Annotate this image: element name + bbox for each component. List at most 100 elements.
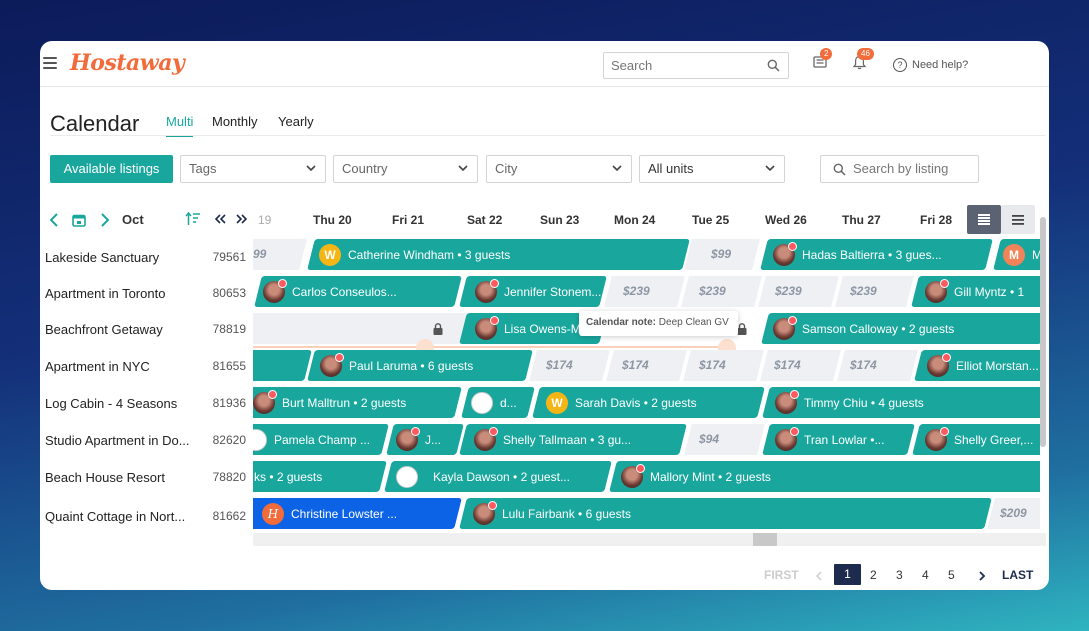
- lock-icon: [433, 323, 443, 335]
- listing-row[interactable]: Quaint Cottage in Nort... 81662: [40, 497, 252, 534]
- search-by-listing-input[interactable]: Search by listing: [820, 155, 979, 183]
- airbnb-icon: [636, 463, 645, 473]
- chevron-left-icon[interactable]: [50, 213, 58, 227]
- booking-label: Catherine Windham • 3 guests: [348, 247, 511, 262]
- units-label: All units: [648, 161, 694, 176]
- booking-label: Elliot Morstan...: [956, 358, 1039, 373]
- booking-content: W Catherine Windham • 3 guests: [319, 239, 679, 270]
- page-2-button[interactable]: 2: [870, 568, 877, 582]
- chevron-right-icon[interactable]: [101, 213, 109, 227]
- menu-icon[interactable]: [43, 57, 57, 69]
- horizontal-scrollbar[interactable]: [253, 533, 1046, 546]
- airbnb-icon: [942, 352, 951, 362]
- available-listings-button[interactable]: Available listings: [50, 155, 173, 183]
- listing-row[interactable]: Log Cabin - 4 Seasons 81936: [40, 384, 252, 421]
- double-chevron-left-icon[interactable]: [215, 214, 226, 224]
- vertical-scrollbar[interactable]: [1040, 217, 1046, 447]
- timeline-view-button[interactable]: [967, 205, 1001, 234]
- listing-row[interactable]: Apartment in NYC 81655: [40, 347, 252, 384]
- calendar-row: $209 H Christine Lowster ... Lulu Fairban…: [253, 496, 1040, 533]
- tabs-divider: [50, 135, 1045, 136]
- booking-label: Lisa Owens-M: [504, 321, 581, 336]
- scrollbar-thumb[interactable]: [753, 533, 777, 546]
- page-4-button[interactable]: 4: [922, 568, 929, 582]
- notifications-button[interactable]: 46: [852, 48, 874, 75]
- global-search[interactable]: [603, 52, 789, 79]
- guest-avatar: [396, 465, 418, 488]
- price-label: $174: [774, 358, 801, 372]
- booking-bar[interactable]: [253, 350, 312, 381]
- search-input[interactable]: [604, 53, 754, 78]
- guest-avatar: M: [1003, 243, 1025, 266]
- empty-day-cell[interactable]: [684, 424, 765, 455]
- guest-avatar: [263, 278, 287, 303]
- listing-row[interactable]: Studio Apartment in Do... 82620: [40, 421, 252, 458]
- page-1-button[interactable]: 1: [834, 564, 861, 585]
- listing-row[interactable]: Beachfront Getaway 78819: [40, 310, 252, 347]
- price-label: $239: [775, 284, 802, 298]
- price-label: $174: [546, 358, 573, 372]
- units-select[interactable]: All units: [639, 155, 785, 183]
- chevron-right-icon[interactable]: [979, 571, 986, 581]
- price-label: $174: [699, 358, 726, 372]
- price-label: $174: [622, 358, 649, 372]
- booking-content: Shelly Greer,...: [925, 424, 1040, 455]
- app-logo[interactable]: Hostaway: [70, 50, 185, 76]
- booking-content: Paul Laruma • 6 guests: [320, 350, 525, 381]
- booking-label: M: [1032, 247, 1040, 262]
- price-label: 99: [253, 247, 267, 261]
- guest-avatar: [775, 389, 799, 414]
- compact-view-button[interactable]: [1001, 205, 1035, 234]
- guest-avatar: W: [319, 243, 341, 266]
- booking-label: Shelly Tallmaan • 3 gu...: [503, 432, 632, 447]
- airbnb-icon: [490, 278, 499, 288]
- page-5-button[interactable]: 5: [948, 568, 955, 582]
- country-select[interactable]: Country: [333, 155, 478, 183]
- tab-multi[interactable]: Multi: [166, 114, 194, 137]
- price-label: $239: [850, 284, 877, 298]
- last-page-button[interactable]: LAST: [1002, 568, 1033, 582]
- guest-avatar: [621, 463, 645, 488]
- calendar-row: $174 $174 $174 $174 $174 Paul Laruma • 6…: [253, 348, 1040, 385]
- booking-content: W Sarah Davis • 2 guests: [546, 387, 756, 418]
- listing-row[interactable]: Lakeside Sanctuary 79561: [40, 238, 252, 275]
- booking-content: Jennifer Stonem...: [475, 276, 603, 307]
- chevron-down-icon: [765, 165, 775, 172]
- tags-select[interactable]: Tags: [180, 155, 326, 183]
- city-select[interactable]: City: [486, 155, 632, 183]
- airbnb-icon: [488, 500, 497, 510]
- date-header: Fri 28: [920, 213, 953, 227]
- tooltip-label: Calendar note:: [586, 317, 657, 328]
- calendar-icon[interactable]: [72, 213, 86, 227]
- tab-yearly[interactable]: Yearly: [278, 114, 314, 135]
- help-link[interactable]: ? Need help?: [893, 58, 968, 72]
- tab-monthly[interactable]: Monthly: [212, 114, 258, 135]
- airbnb-icon: [788, 241, 797, 251]
- chevron-left-icon[interactable]: [815, 571, 822, 581]
- guest-avatar: W: [546, 391, 568, 414]
- airbnb-icon: [940, 278, 949, 288]
- airbnb-icon: [788, 315, 797, 325]
- booking-content: H Christine Lowster ...: [262, 498, 452, 529]
- airbnb-icon: [490, 315, 499, 325]
- booking-content: Mallory Mint • 2 guests: [621, 461, 1040, 492]
- tags-label: Tags: [189, 161, 217, 176]
- guest-avatar: [927, 352, 951, 377]
- first-page-button[interactable]: FIRST: [764, 568, 799, 582]
- page-title: Calendar: [50, 111, 140, 136]
- messages-button[interactable]: 2: [813, 48, 833, 74]
- booking-content: Kayla Dawson • 2 guest...: [396, 461, 601, 492]
- listing-row[interactable]: Apartment in Toronto 80653: [40, 274, 252, 311]
- month-label: Oct: [122, 212, 144, 227]
- date-header: Wed 26: [765, 213, 807, 227]
- help-label: Need help?: [912, 59, 969, 71]
- date-header: Mon 24: [614, 213, 656, 227]
- listing-row[interactable]: Beach House Resort 78820: [40, 458, 252, 495]
- price-label: $239: [623, 284, 650, 298]
- page-3-button[interactable]: 3: [896, 568, 903, 582]
- double-chevron-right-icon[interactable]: [236, 214, 247, 224]
- sort-icon[interactable]: [185, 212, 201, 226]
- booking-content: J...: [396, 424, 458, 455]
- calendar-header: Oct 19 Thu 20 Fri 21 Sat 22 Sun 23 Mon 2…: [40, 201, 1049, 237]
- airbnb-icon: [489, 426, 498, 436]
